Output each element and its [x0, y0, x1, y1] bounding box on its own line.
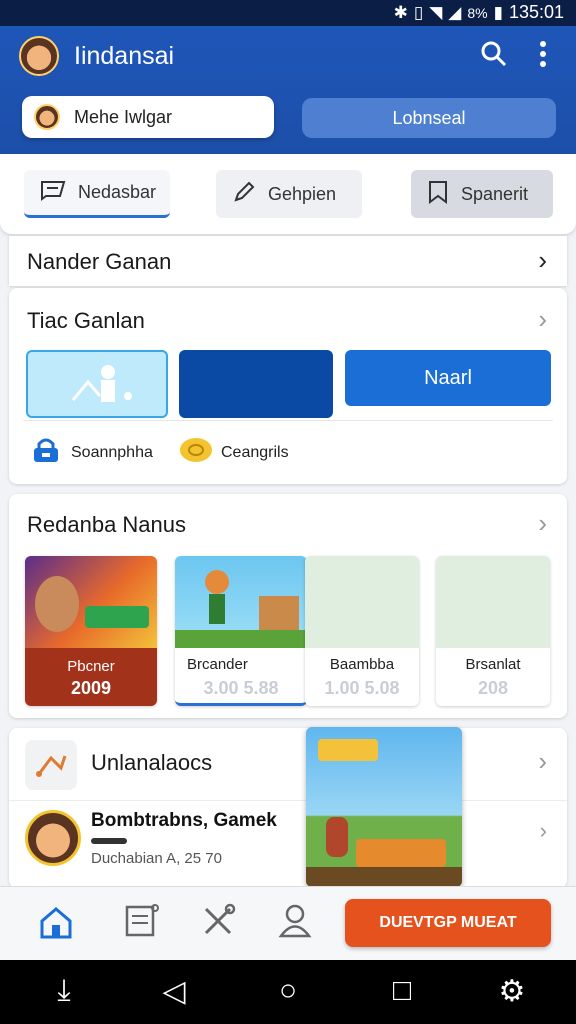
- more-vert-icon[interactable]: [538, 40, 548, 75]
- coin-icon: [179, 436, 213, 469]
- profile-icon[interactable]: [278, 903, 312, 944]
- system-nav-bar: ⤓ ◁ ○ □ ⚙: [0, 960, 576, 1024]
- tools-icon[interactable]: [200, 903, 236, 944]
- tab-gehpien[interactable]: Gehpien: [216, 170, 362, 218]
- game-caption: Baambba: [329, 656, 395, 673]
- vibrate-icon: ▯: [413, 2, 424, 22]
- illustration-tile[interactable]: [26, 350, 168, 418]
- game-value: 208: [477, 678, 509, 698]
- battery-level: 8%: [467, 4, 488, 21]
- notes-icon[interactable]: [124, 903, 160, 944]
- section-title: Tiac Ganlan: [27, 308, 145, 333]
- app-bar: Iindansai Mehe Iwlgar Lobnseal: [0, 26, 576, 154]
- avatar[interactable]: [25, 810, 81, 866]
- section-nander[interactable]: Nander Ganan ›: [9, 236, 567, 286]
- game-caption: Brsanlat: [465, 656, 521, 673]
- game-cover-image: [175, 556, 307, 648]
- section-title: Redanba Nanus: [27, 512, 187, 537]
- promo-game-image[interactable]: [306, 727, 462, 887]
- game-value: 1.00 5.08: [324, 678, 400, 698]
- home-circle-icon[interactable]: ○: [258, 974, 318, 1008]
- tab-nedasbar[interactable]: Nedasbar: [24, 170, 170, 218]
- section-title: Nander Ganan: [27, 249, 172, 274]
- game-card[interactable]: Pbcner 2009: [25, 556, 157, 706]
- tab-label: Spanerit: [461, 183, 529, 204]
- game-caption: Brcander: [187, 656, 248, 673]
- chevron-right-icon[interactable]: ›: [540, 818, 547, 844]
- game-caption: Pbcner: [67, 658, 115, 675]
- secondary-pill[interactable]: Lobnseal: [302, 98, 556, 138]
- chevron-right-icon[interactable]: ›: [538, 304, 547, 335]
- avatar-small: [34, 104, 60, 130]
- download-icon[interactable]: ⤓: [34, 974, 94, 1008]
- clock: 135:01: [508, 2, 564, 22]
- avatar[interactable]: [19, 36, 59, 76]
- chat-icon: [40, 179, 66, 206]
- share-icon: [25, 740, 77, 790]
- chip-ceangrils[interactable]: Ceangrils: [179, 436, 289, 469]
- game-card[interactable]: Brsanlat 208: [436, 556, 550, 706]
- dark-blue-tile[interactable]: [179, 350, 333, 418]
- battery-icon: ▮: [493, 2, 503, 22]
- game-card[interactable]: Brcander 3.00 5.88: [175, 556, 307, 706]
- chip-label: Ceangrils: [221, 443, 289, 461]
- section-tiac: Tiac Ganlan › Naarl Soannphha Ceangrils: [9, 288, 567, 484]
- back-icon[interactable]: ◁: [144, 974, 204, 1009]
- section-title: Unlanalaocs: [91, 750, 213, 775]
- section-redanba: Redanba Nanus › Pbcner 2009 Brcander 3.0…: [9, 494, 567, 718]
- tab-label: Nedasbar: [78, 182, 157, 202]
- section-unlanalaocs: Unlanalaocs › Bombtrabns, Gamek Duchabia…: [9, 728, 567, 888]
- status-bar: ✱ ▯ ◥ ◢ 8% ▮ 135:01: [0, 0, 576, 26]
- game-value: 2009: [70, 678, 112, 698]
- tab-label: Gehpien: [268, 183, 337, 204]
- chevron-right-icon[interactable]: ›: [538, 508, 547, 539]
- recents-icon[interactable]: □: [372, 974, 432, 1008]
- divider: [9, 800, 567, 801]
- chevron-right-icon: ›: [538, 245, 547, 275]
- app-title: Iindansai: [74, 42, 175, 70]
- profile-pill-label: Mehe Iwlgar: [74, 107, 173, 127]
- game-card[interactable]: Baambba 1.00 5.08: [305, 556, 419, 706]
- tab-row: Nedasbar Gehpien Spanerit: [0, 154, 576, 234]
- signal-icon: ◢: [448, 2, 462, 22]
- bluetooth-icon: ✱: [393, 2, 408, 22]
- game-value: 3.00 5.88: [203, 678, 279, 698]
- tab-spanerit[interactable]: Spanerit: [411, 170, 553, 218]
- home-icon[interactable]: [38, 905, 74, 944]
- rating-bar: [91, 838, 127, 844]
- search-icon[interactable]: [480, 40, 508, 75]
- figure-illustration-icon: [71, 365, 132, 402]
- bottom-nav: DUEVTGP MUEAT: [0, 886, 576, 960]
- game-cover-placeholder: [305, 556, 419, 648]
- game-cover-image: [25, 556, 157, 648]
- divider: [23, 420, 553, 421]
- chevron-right-icon[interactable]: ›: [538, 746, 547, 777]
- bookmark-icon: [427, 180, 449, 209]
- list-item-subtitle: Duchabian A, 25 70: [91, 850, 222, 867]
- lock-icon: [31, 436, 61, 469]
- list-item-title[interactable]: Bombtrabns, Gamek: [91, 810, 277, 832]
- cta-button[interactable]: DUEVTGP MUEAT: [345, 899, 551, 947]
- naarl-button[interactable]: Naarl: [345, 350, 551, 406]
- game-cover-placeholder: [436, 556, 550, 648]
- chip-label: Soannphha: [71, 443, 153, 461]
- chip-soannphha[interactable]: Soannphha: [31, 436, 153, 469]
- profile-pill[interactable]: Mehe Iwlgar: [22, 96, 274, 138]
- pen-icon: [232, 180, 256, 209]
- wifi-icon: ◥: [429, 2, 443, 22]
- settings-gear-icon[interactable]: ⚙: [482, 974, 542, 1009]
